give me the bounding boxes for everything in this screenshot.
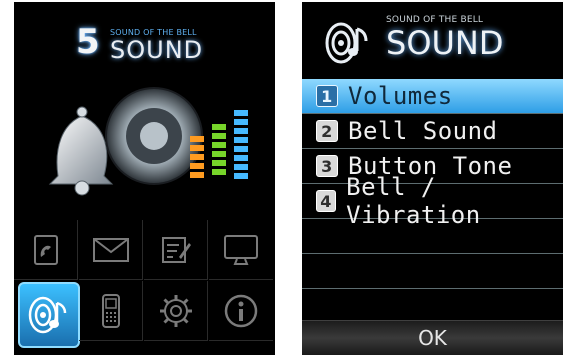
sound-icon — [325, 22, 368, 64]
message-menu-item[interactable] — [79, 220, 143, 280]
phonebook-icon — [33, 234, 58, 265]
menu-item-number: 2 — [316, 120, 338, 142]
main-menu-grid — [14, 220, 275, 355]
sound-settings-screen: SOUND OF THE BELL SOUND 1 Volumes 2 Bell… — [302, 2, 563, 355]
menu-item-volumes[interactable]: 1 Volumes — [302, 79, 563, 114]
display-menu-item[interactable] — [209, 220, 273, 280]
bell-icon — [48, 106, 114, 196]
menu-item-number: 1 — [316, 85, 338, 107]
app-header: 5 SOUND OF THE BELL SOUND — [14, 2, 275, 82]
menu-item-label: Volumes — [348, 82, 453, 110]
settings-menu-item[interactable] — [144, 281, 208, 341]
main-menu-screen: 5 SOUND OF THE BELL SOUND — [14, 2, 275, 355]
message-icon — [92, 237, 129, 262]
sound-hero-illustration — [48, 87, 248, 196]
info-icon — [224, 294, 258, 327]
menu-item-bell-sound[interactable]: 2 Bell Sound — [302, 114, 563, 149]
settings-icon — [159, 294, 192, 327]
menu-item-number: 4 — [316, 190, 337, 212]
speaker-icon — [105, 87, 203, 185]
screen-title: SOUND — [386, 24, 504, 62]
notes-menu-item[interactable] — [144, 220, 208, 280]
menu-title: SOUND — [110, 36, 204, 64]
ok-softkey[interactable]: OK — [302, 320, 563, 355]
menu-item-bell-vibration[interactable]: 4 Bell / Vibration — [302, 173, 563, 229]
phone-icon — [101, 293, 120, 328]
phone-menu-item[interactable] — [79, 281, 143, 341]
empty-menu-row — [302, 254, 563, 289]
menu-item-number: 3 — [316, 155, 338, 177]
empty-menu-row — [302, 289, 563, 324]
info-menu-item[interactable] — [209, 281, 273, 341]
menu-item-label: Bell Sound — [348, 117, 498, 145]
sound-menu-list: 1 Volumes 2 Bell Sound 3 Button Tone 4 B… — [302, 79, 563, 324]
display-icon — [224, 234, 258, 265]
sound-menu-item[interactable] — [18, 282, 80, 348]
menu-number: 5 — [76, 22, 100, 62]
phonebook-menu-item[interactable] — [14, 220, 78, 280]
sound-icon — [28, 296, 67, 334]
notes-icon — [161, 236, 191, 263]
empty-menu-row — [302, 219, 563, 254]
sound-header: SOUND OF THE BELL SOUND — [302, 2, 563, 78]
